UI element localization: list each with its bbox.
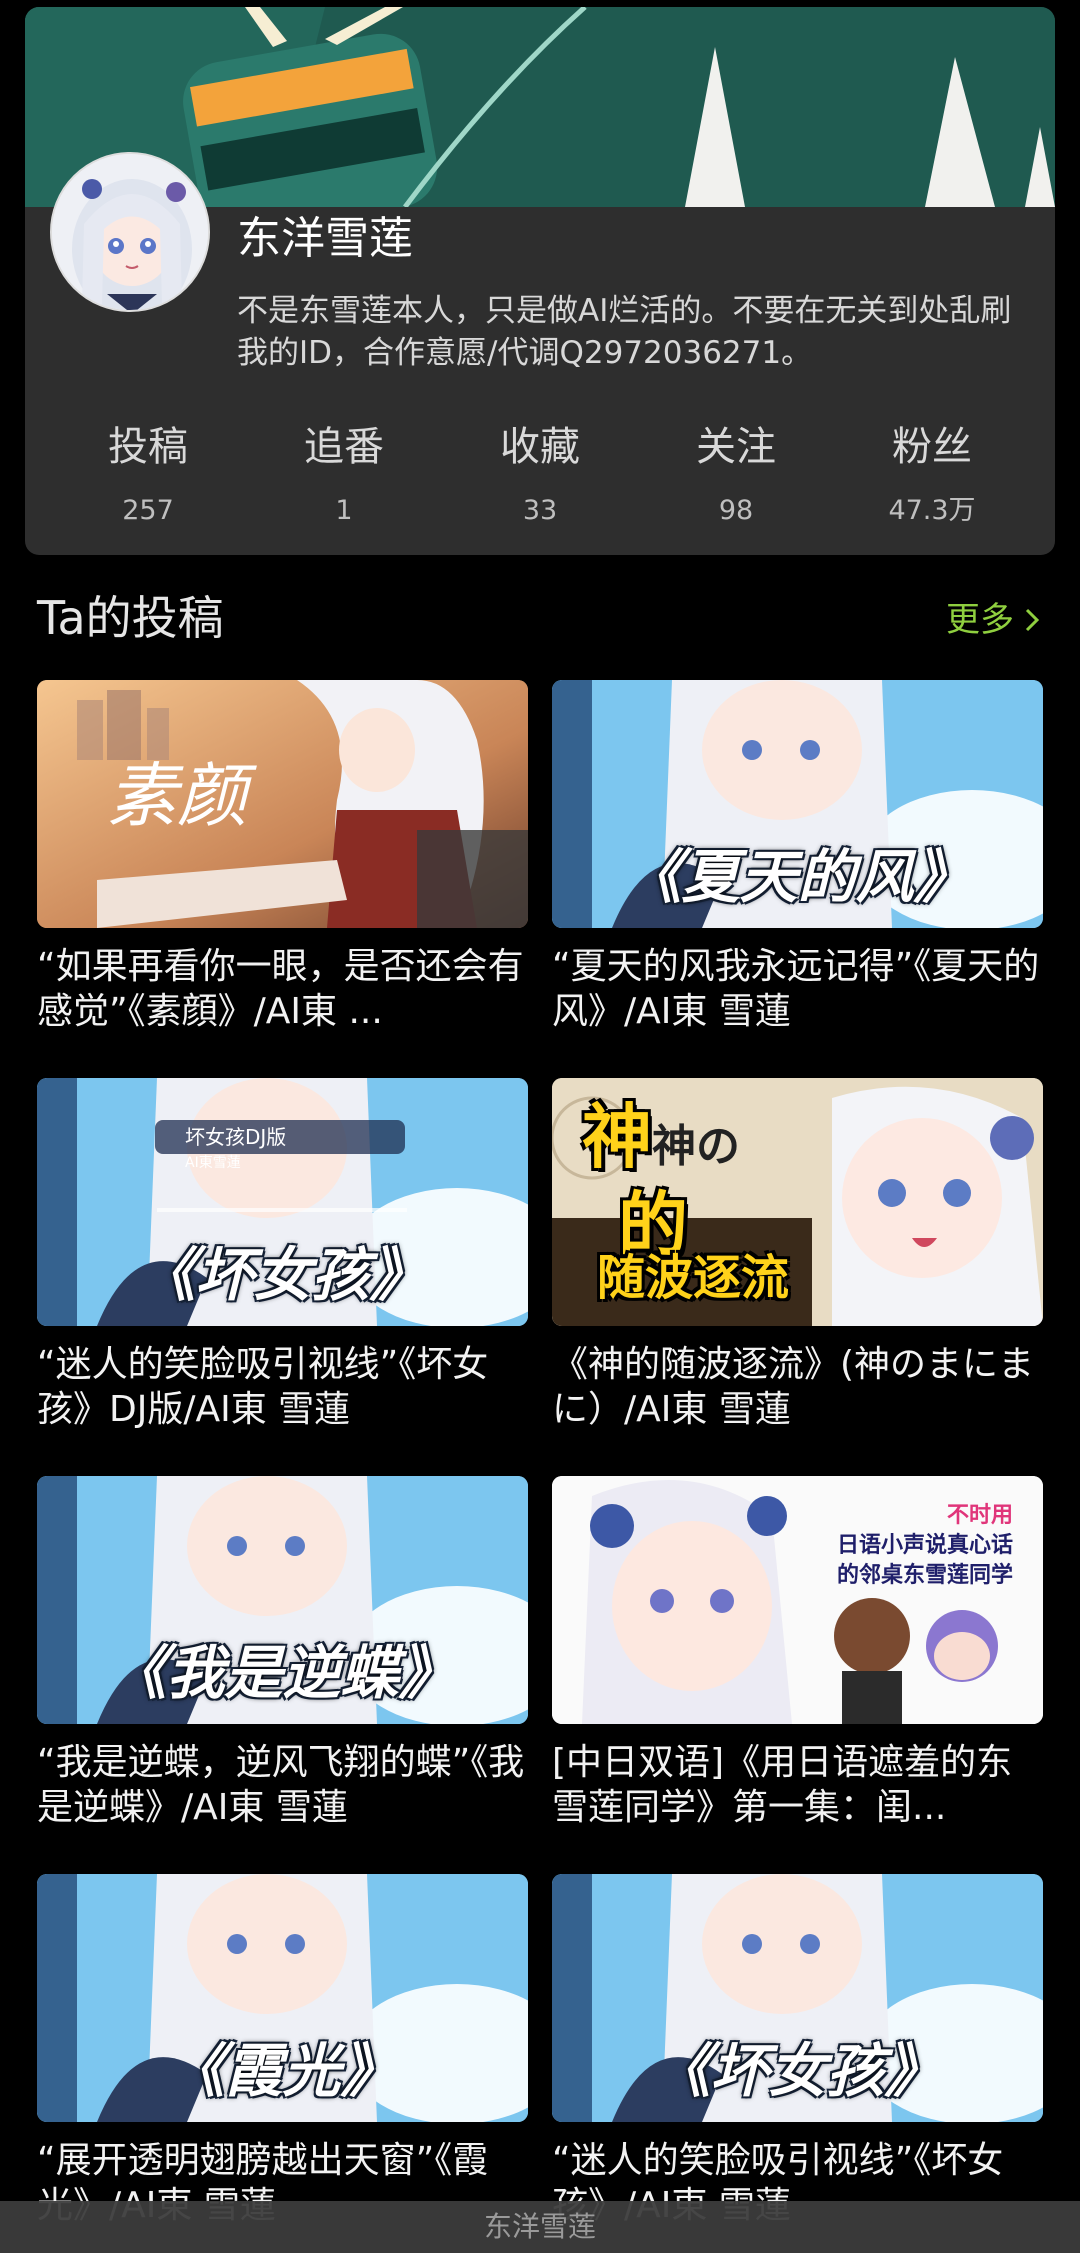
video-title: “迷人的笑脸吸引视线”《坏女孩》DJ版/AI東 雪蓮 <box>37 1344 489 1430</box>
video-card[interactable]: 《夏天的风》 “夏天的风我永远记得”《夏天的风》/AI東 雪蓮 <box>552 680 1043 1034</box>
stats-row: 投稿 257 追番 1 收藏 33 关注 98 粉丝 47.3万 <box>25 427 1055 524</box>
stat-value: 98 <box>718 495 754 526</box>
thumb-title: 《我是逆蝶》 <box>108 1639 457 1707</box>
section-title: Ta的投稿 <box>37 591 224 645</box>
stat-value: 1 <box>335 495 353 526</box>
stat-label: 追番 <box>304 424 384 470</box>
dj-overlay: 坏女孩DJ版 AI東雪蓮 <box>155 1120 405 1170</box>
video-title: [中日双语]《用日语遮羞的东雪莲同学》第一集：闺... <box>552 1742 1013 1828</box>
stat-following[interactable]: 关注 98 <box>656 427 816 524</box>
video-card[interactable]: 《我是逆蝶》 “我是逆蝶，逆风飞翔的蝶”《我是逆蝶》/AI東 雪蓮 <box>37 1476 528 1830</box>
video-card[interactable]: 素颜 “如果再看你一眼，是否还会有感觉”《素顔》/AI東 ... <box>37 680 528 1034</box>
stat-label: 投稿 <box>108 424 188 470</box>
thumb-subtitle: 随波逐流 <box>597 1250 790 1306</box>
thumb-caption: 不时用 日语小声说真心话 的邻桌东雪莲同学 <box>836 1503 1013 1588</box>
stat-value: 47.3万 <box>888 495 976 526</box>
username: 东洋雪莲 <box>237 213 413 264</box>
video-title: 《神的随波逐流》(神のまにまに）/AI東 雪蓮 <box>552 1344 1035 1430</box>
stat-bangumi[interactable]: 追番 1 <box>264 427 424 524</box>
avatar[interactable] <box>50 152 210 312</box>
thumb-title: 《坏女孩》 <box>137 1241 428 1309</box>
thumb-title: 《夏天的风》 <box>623 843 972 911</box>
stat-posts[interactable]: 投稿 257 <box>68 427 228 524</box>
video-title: “我是逆蝶，逆风飞翔的蝶”《我是逆蝶》/AI東 雪蓮 <box>37 1742 525 1828</box>
video-title: “夏天的风我永远记得”《夏天的风》/AI東 雪蓮 <box>552 946 1040 1032</box>
video-thumbnail[interactable]: 坏女孩DJ版 AI東雪蓮 《坏女孩》 <box>37 1078 528 1326</box>
video-title: “如果再看你一眼，是否还会有感觉”《素顔》/AI東 ... <box>37 946 524 1032</box>
user-bio: 不是东雪莲本人，只是做AI烂活的。不要在无关到处乱刷我的ID，合作意愿/代调Q2… <box>237 293 1012 371</box>
stat-value: 33 <box>522 495 558 526</box>
more-label: 更多 <box>946 600 1014 640</box>
video-thumbnail[interactable]: 神神の 的 随波逐流 <box>552 1078 1043 1326</box>
avatar-illustration <box>52 154 208 310</box>
profile-card: 东洋雪莲 不是东雪莲本人，只是做AI烂活的。不要在无关到处乱刷我的ID，合作意愿… <box>25 7 1055 555</box>
video-card[interactable]: 神神の 的 随波逐流 《神的随波逐流》(神のまにまに）/AI東 雪蓮 <box>552 1078 1043 1432</box>
stat-label: 粉丝 <box>892 424 972 470</box>
more-link[interactable]: 更多 <box>946 603 1040 637</box>
overlay-title: 坏女孩DJ版 <box>185 1125 287 1149</box>
thumbnail-art: 素颜 <box>37 680 528 928</box>
app-root: 东洋雪莲 不是东雪莲本人，只是做AI烂活的。不要在无关到处乱刷我的ID，合作意愿… <box>0 0 1080 2253</box>
video-card[interactable]: 不时用 日语小声说真心话 的邻桌东雪莲同学 [中日双语]《用日语遮羞的东雪莲同学… <box>552 1476 1043 1830</box>
video-thumbnail[interactable]: 《我是逆蝶》 <box>37 1476 528 1724</box>
video-card[interactable]: 《霞光》 “展开透明翅膀越出天窗”《霞光》/AI東 雪蓮 <box>37 1874 528 2228</box>
stat-followers[interactable]: 粉丝 47.3万 <box>852 427 1012 524</box>
thumb-title: 《霞光》 <box>166 2037 399 2105</box>
stat-label: 关注 <box>696 424 776 470</box>
chevron-right-icon <box>1025 608 1040 632</box>
video-card[interactable]: 《坏女孩》 “迷人的笑脸吸引视线”《坏女孩》/AI東 雪蓮 <box>552 1874 1043 2228</box>
video-thumbnail[interactable]: 不时用 日语小声说真心话 的邻桌东雪莲同学 <box>552 1476 1043 1724</box>
video-thumbnail[interactable]: 素颜 <box>37 680 528 928</box>
video-thumbnail[interactable]: 《夏天的风》 <box>552 680 1043 928</box>
stat-value: 257 <box>122 495 174 526</box>
thumb-title: 《坏女孩》 <box>652 2037 943 2105</box>
stat-label: 收藏 <box>500 424 580 470</box>
stat-favorites[interactable]: 收藏 33 <box>460 427 620 524</box>
bottom-title-bar: 东洋雪莲 <box>0 2201 1080 2253</box>
video-thumbnail[interactable]: 《坏女孩》 <box>552 1874 1043 2122</box>
thumb-text: 素颜 <box>107 755 257 837</box>
overlay-sub: AI東雪蓮 <box>185 1155 241 1171</box>
video-thumbnail[interactable]: 《霞光》 <box>37 1874 528 2122</box>
video-card[interactable]: 坏女孩DJ版 AI東雪蓮 《坏女孩》 “迷人的笑脸吸引视线”《坏女孩》DJ版/A… <box>37 1078 528 1432</box>
